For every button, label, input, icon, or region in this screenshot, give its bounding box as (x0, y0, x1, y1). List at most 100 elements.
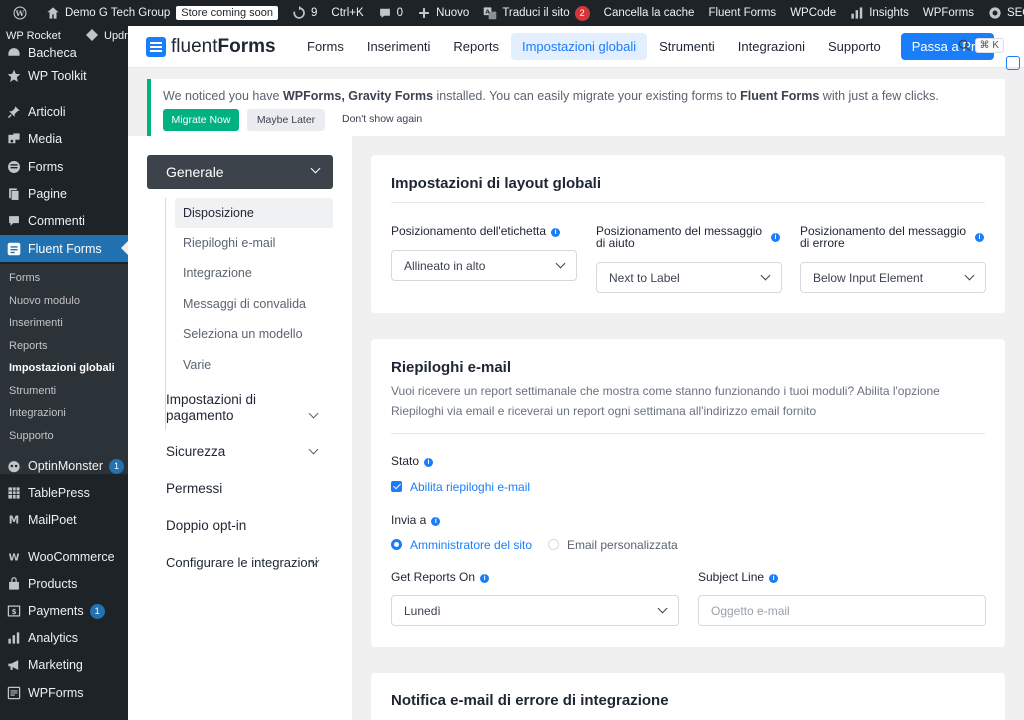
menu-item-marketing[interactable]: Marketing (0, 652, 128, 678)
menu-item-commenti[interactable]: Commenti (0, 208, 128, 234)
settings-item-messaggi[interactable]: Messaggi di convalida (175, 289, 333, 319)
menu-label: Forms (28, 160, 64, 174)
menu-label: Media (28, 132, 63, 146)
menu-item-wp-toolkit[interactable]: WP Toolkit (0, 63, 128, 89)
wordpress-icon: W (13, 6, 27, 20)
menu-item-fluent-forms[interactable]: Fluent Forms (0, 235, 128, 262)
subject-line-input[interactable]: Oggetto e-mail (698, 595, 986, 626)
settings-group-pagamento[interactable]: Impostazioni di pagamento (166, 392, 316, 424)
submenu-strumenti[interactable]: Strumenti (0, 380, 128, 402)
megaphone-icon (6, 657, 22, 673)
nav-forms[interactable]: Forms (296, 33, 355, 60)
group-label: Sicurezza (166, 444, 226, 459)
settings-item-permessi[interactable]: Permessi (166, 481, 336, 497)
fluent-forms-menu[interactable]: Fluent Forms (701, 0, 783, 26)
wpcode-menu[interactable]: WPCode (783, 0, 843, 26)
menu-item-optinmonster[interactable]: OptinMonster 1 (0, 453, 128, 479)
updates-menu[interactable]: 9 (285, 0, 324, 26)
settings-item-disposizione[interactable]: Disposizione (175, 198, 333, 228)
submenu-forms[interactable]: Forms (0, 267, 128, 289)
menu-label: Products (28, 577, 78, 591)
label-position-select[interactable]: Allineato in alto (391, 250, 577, 281)
nav-reports[interactable]: Reports (442, 33, 510, 60)
insights-menu[interactable]: Insights (843, 0, 916, 26)
menu-item-forms[interactable]: Forms (0, 154, 128, 180)
settings-corner-icon[interactable] (1006, 56, 1020, 70)
nav-strumenti[interactable]: Strumenti (648, 33, 726, 60)
settings-group-generale[interactable]: Generale (147, 155, 333, 189)
select-value: Allineato in alto (404, 258, 486, 273)
dont-show-again-link[interactable]: Don't show again (342, 113, 422, 125)
command-palette-shortcut[interactable]: Ctrl+K (324, 0, 370, 26)
submenu-impostazioni-globali[interactable]: Impostazioni globali (0, 357, 128, 379)
settings-item-doppio-opt-in[interactable]: Doppio opt-in (166, 518, 336, 534)
nav-inserimenti[interactable]: Inserimenti (356, 33, 442, 60)
nav-impostazioni-globali[interactable]: Impostazioni globali (510, 33, 648, 60)
wpforms-menu[interactable]: WPForms (916, 0, 981, 26)
menu-item-analytics[interactable]: Analytics (0, 625, 128, 651)
menu-item-wpforms[interactable]: WPForms (0, 680, 128, 706)
migrate-now-button[interactable]: Migrate Now (163, 109, 239, 131)
radio-site-admin-label[interactable]: Amministratore del sito (410, 538, 532, 552)
wp-logo-menu[interactable]: W (6, 0, 39, 26)
menu-item-tablepress[interactable]: TablePress (0, 480, 128, 506)
nav-supporto[interactable]: Supporto (817, 33, 892, 60)
menu-item-products[interactable]: Products (0, 571, 128, 597)
settings-item-riepiloghi[interactable]: Riepiloghi e-mail (175, 228, 333, 258)
media-icon (6, 131, 22, 147)
clear-cache-menu[interactable]: Cancella la cache (597, 0, 702, 26)
seo-menu[interactable]: SEO 3 (981, 0, 1024, 26)
error-position-select[interactable]: Below Input Element (800, 262, 986, 293)
submenu-nuovo-modulo[interactable]: Nuovo modulo (0, 290, 128, 312)
settings-item-integrazione[interactable]: Integrazione (175, 258, 333, 288)
comments-menu[interactable]: 0 (371, 0, 410, 26)
site-name-menu[interactable]: Demo G Tech Group Store coming soon (39, 0, 285, 26)
wpforms-label: WPForms (922, 7, 974, 19)
menu-label: WPForms (28, 686, 84, 700)
settings-item-modello[interactable]: Seleziona un modello (175, 319, 333, 349)
menu-item-media[interactable]: Media (0, 126, 128, 152)
notice-text-part: with just a few clicks. (819, 89, 939, 103)
enable-summaries-checkbox[interactable] (391, 481, 402, 492)
menu-label: Commenti (28, 214, 85, 228)
settings-group-integrazioni[interactable]: Configurare le integrazioni (166, 555, 336, 571)
clear-cache-label: Cancella la cache (603, 7, 695, 19)
nav-integrazioni[interactable]: Integrazioni (727, 33, 816, 60)
reports-day-select[interactable]: Lunedì (391, 595, 679, 626)
store-status-badge: Store coming soon (176, 6, 278, 20)
info-icon: i (769, 574, 779, 583)
seo-gear-icon (989, 7, 1001, 19)
field-label-text: Stato (391, 454, 420, 468)
menu-item-pagine[interactable]: Pagine (0, 181, 128, 207)
help-position-select[interactable]: Next to Label (596, 262, 782, 293)
submenu-reports[interactable]: Reports (0, 335, 128, 357)
pages-icon (6, 186, 22, 202)
submenu-inserimenti[interactable]: Inserimenti (0, 312, 128, 334)
header-search[interactable]: ⌘ K (958, 38, 1004, 53)
card-title: Notifica e-mail di errore di integrazion… (391, 692, 669, 709)
translate-menu[interactable]: A Traduci il sito 2 (476, 0, 596, 26)
menu-item-articoli[interactable]: Articoli (0, 99, 128, 125)
notice-brand: Fluent Forms (740, 89, 820, 103)
woocommerce-icon: W (6, 549, 22, 565)
menu-item-mailpoet[interactable]: M MailPoet (0, 507, 128, 533)
bar-chart-icon (851, 7, 863, 19)
radio-site-admin[interactable] (391, 539, 402, 550)
settings-sidebar: Generale Disposizione Riepiloghi e-mail … (128, 136, 352, 720)
menu-label: Analytics (28, 631, 79, 645)
settings-item-varie[interactable]: Varie (175, 350, 333, 380)
radio-custom-email-label[interactable]: Email personalizzata (567, 538, 678, 552)
maybe-later-button[interactable]: Maybe Later (247, 109, 325, 131)
new-content-menu[interactable]: Nuovo (410, 0, 476, 26)
submenu-supporto[interactable]: Supporto (0, 425, 128, 447)
menu-label: TablePress (28, 486, 90, 500)
submenu-integrazioni[interactable]: Integrazioni (0, 402, 128, 424)
enable-summaries-label[interactable]: Abilita riepiloghi e-mail (410, 480, 530, 494)
menu-item-woocommerce[interactable]: W WooCommerce (0, 544, 128, 570)
fluent-forms-logo[interactable]: fluent Forms (146, 36, 276, 58)
subject-line-label: Subject Line i (698, 571, 779, 583)
item-label: Messaggi di convalida (183, 297, 306, 311)
menu-label: WP Toolkit (28, 69, 87, 83)
menu-item-payments[interactable]: $ Payments 1 (0, 598, 128, 624)
radio-custom-email[interactable] (548, 539, 559, 550)
